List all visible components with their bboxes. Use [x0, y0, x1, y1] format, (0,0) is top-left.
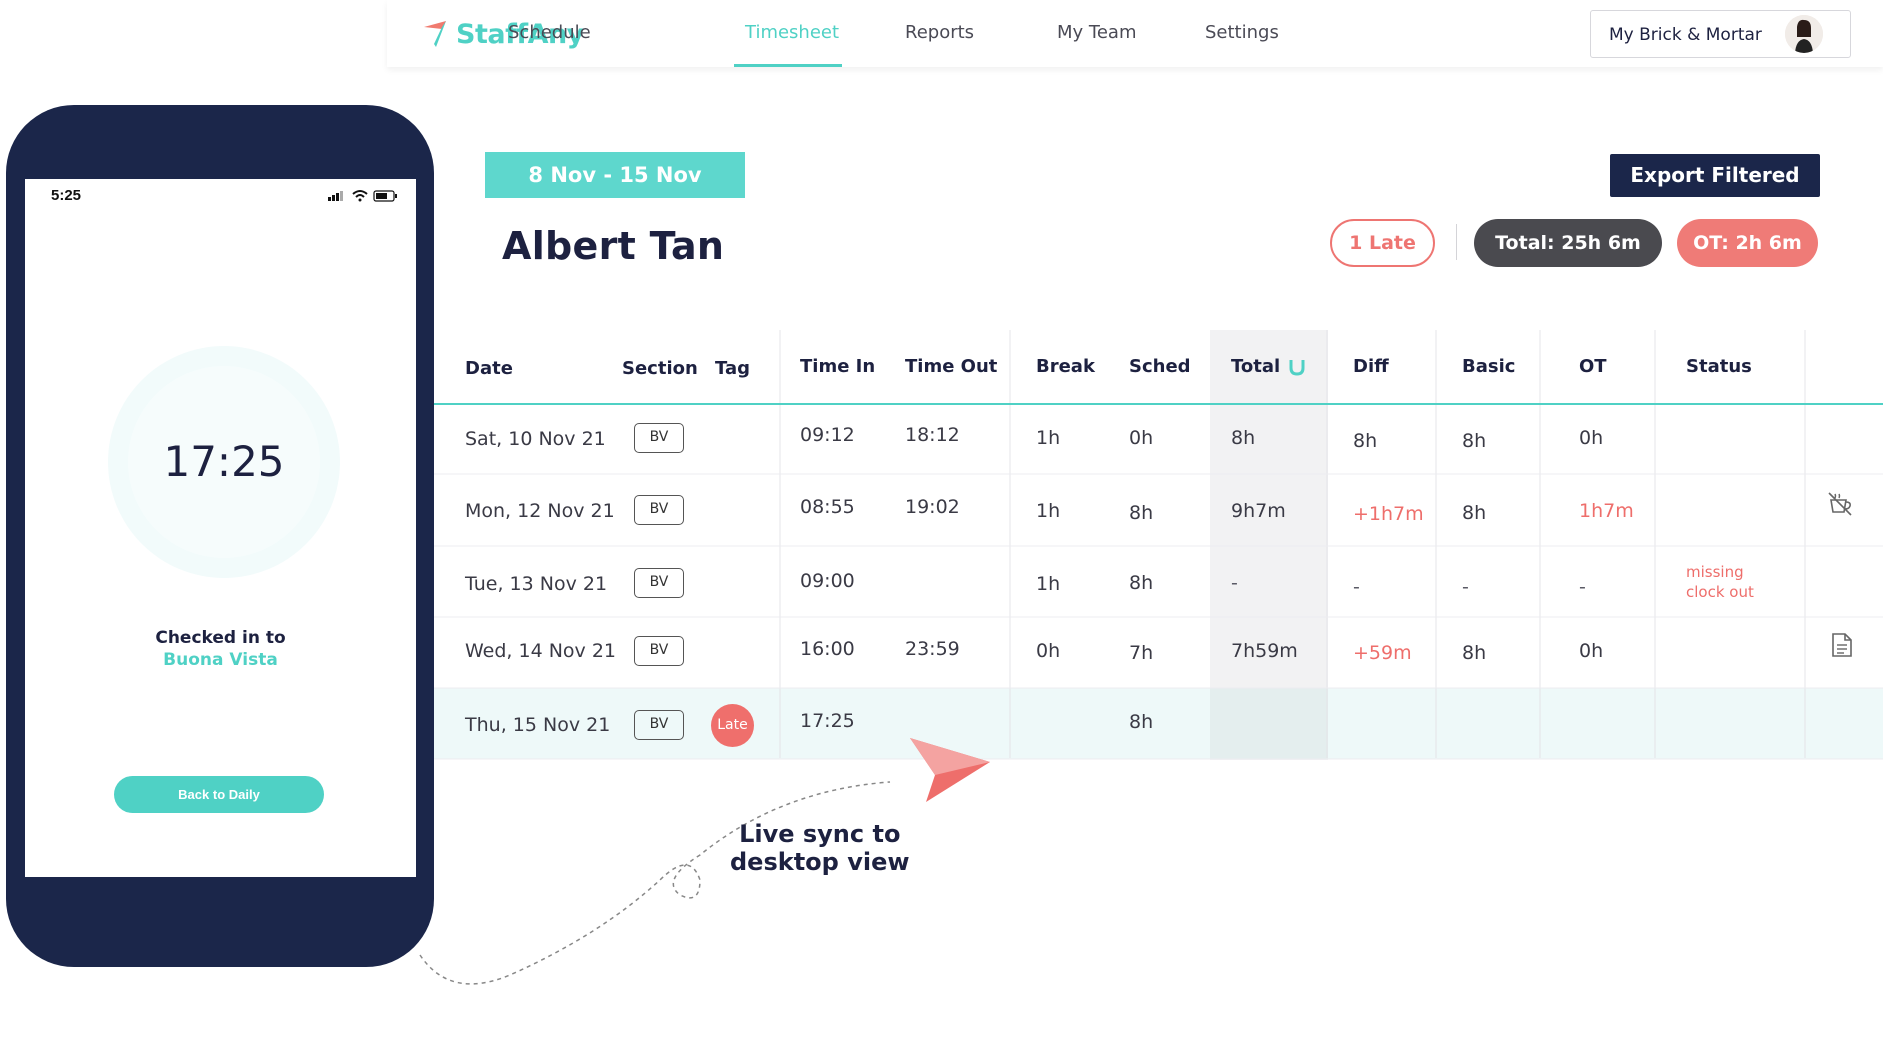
caption-line-1: Live sync to: [739, 820, 901, 848]
live-sync-arrow-illustration: [419, 738, 990, 985]
caption-line-2: desktop view: [730, 848, 910, 876]
live-sync-caption: Live sync to desktop view: [730, 820, 910, 876]
